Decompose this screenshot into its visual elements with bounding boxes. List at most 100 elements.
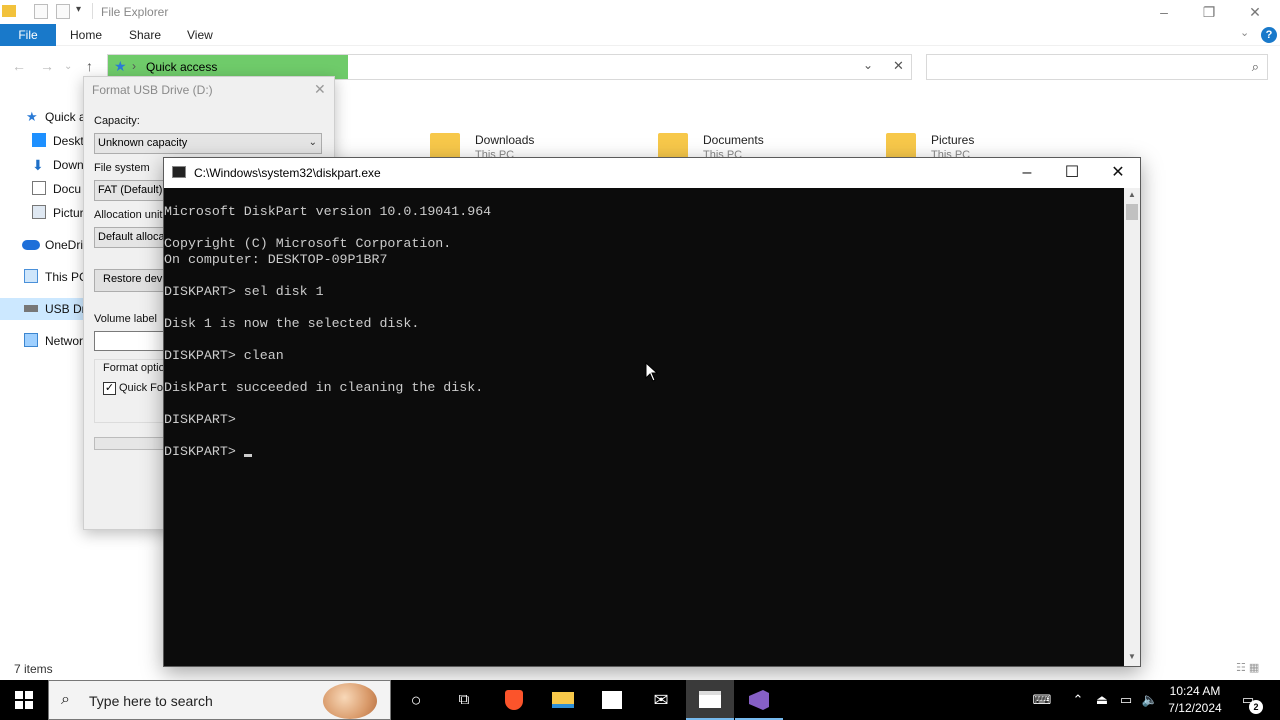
console-line: DiskPart succeeded in cleaning the disk. <box>164 380 484 395</box>
console-title: C:\Windows\system32\diskpart.exe <box>194 166 381 180</box>
divider <box>92 3 93 19</box>
sidebar-item-network[interactable]: Networ <box>0 330 90 352</box>
download-icon: ⬇ <box>32 157 44 173</box>
capacity-select[interactable]: Unknown capacity ⌄ <box>94 133 322 154</box>
chevron-down-icon[interactable]: ⌄ <box>863 58 873 72</box>
console-app-icon <box>172 166 186 178</box>
console-line: Microsoft DiskPart version 10.0.19041.96… <box>164 204 492 219</box>
quick-format-checkbox[interactable]: ✓ <box>103 382 116 395</box>
chevron-down-icon: ⌄ <box>308 137 317 148</box>
cortana-icon[interactable]: ○ <box>392 680 440 720</box>
microsoft-store-icon[interactable] <box>588 680 636 720</box>
windows-logo-icon <box>15 691 33 709</box>
scrollbar[interactable]: ▲ ▼ <box>1124 188 1140 666</box>
minimize-button[interactable]: – <box>1141 2 1187 22</box>
maximize-button[interactable]: ☐ <box>1049 158 1095 188</box>
search-input[interactable]: ⌕ <box>926 54 1268 80</box>
properties-icon[interactable] <box>34 4 48 19</box>
terminal-icon[interactable] <box>686 680 734 720</box>
console-line: DISKPART> sel disk 1 <box>164 284 324 299</box>
computer-icon <box>24 269 38 283</box>
sidebar-item-desktop[interactable]: Deskt <box>0 130 90 152</box>
sidebar-item-usb-drive[interactable]: USB Dri <box>0 298 90 320</box>
close-icon[interactable]: ✕ <box>314 81 326 98</box>
breadcrumb[interactable]: Quick access <box>146 60 217 74</box>
console-line: Copyright (C) Microsoft Corporation. <box>164 236 452 251</box>
file-explorer-icon[interactable] <box>539 680 587 720</box>
taskbar-search-box[interactable]: ⌕ Type here to search <box>48 680 391 720</box>
back-arrow-icon[interactable]: ← <box>12 58 26 74</box>
tab-home[interactable]: Home <box>70 28 102 42</box>
diskpart-console-window: C:\Windows\system32\diskpart.exe – ☐ ✕ M… <box>163 157 1141 667</box>
console-line: Disk 1 is now the selected disk. <box>164 316 420 331</box>
scroll-up-arrow-icon[interactable]: ▲ <box>1124 190 1140 202</box>
network-icon[interactable]: ▭ <box>1116 680 1136 720</box>
sidebar-item-pictures[interactable]: Pictur <box>0 202 90 224</box>
console-output[interactable]: Microsoft DiskPart version 10.0.19041.96… <box>164 188 1124 666</box>
new-folder-icon[interactable] <box>56 4 70 19</box>
console-line: DISKPART> <box>164 412 236 427</box>
console-prompt-line: DISKPART> <box>164 444 1124 460</box>
close-button[interactable]: ✕ <box>1095 158 1141 188</box>
scroll-down-arrow-icon[interactable]: ▼ <box>1124 652 1140 664</box>
search-highlight-image <box>323 683 377 719</box>
status-item-count: 7 items <box>14 662 53 676</box>
start-button[interactable] <box>0 680 48 720</box>
capacity-label: Capacity: <box>94 115 140 127</box>
usb-drive-icon <box>24 305 38 312</box>
console-line: On computer: DESKTOP-09P1BR7 <box>164 252 388 267</box>
allocation-unit-value: Default alloca <box>98 231 165 243</box>
console-prompt: DISKPART> <box>164 444 244 459</box>
filesystem-value: FAT (Default) <box>98 184 163 196</box>
tab-share[interactable]: Share <box>129 28 161 42</box>
task-view-icon[interactable]: ⧉ <box>440 680 488 720</box>
clock-date[interactable]: 7/12/2024 <box>1160 701 1230 715</box>
volume-muted-icon[interactable]: 🔈 <box>1140 680 1160 720</box>
folder-icon <box>430 133 460 159</box>
sidebar-item-this-pc[interactable]: This PC <box>0 266 90 288</box>
format-options-label: Format optio <box>103 362 165 374</box>
sidebar-item-quick-access[interactable]: ★ Quick a <box>0 106 90 128</box>
desktop-icon <box>32 133 46 147</box>
sidebar-item-documents[interactable]: Docu <box>0 178 90 200</box>
onedrive-icon <box>22 240 40 250</box>
chevron-down-icon[interactable]: ⌄ <box>1240 26 1249 39</box>
keyboard-language-icon[interactable]: ⌨ <box>1028 680 1056 720</box>
vs-logo <box>749 690 769 710</box>
sidebar-item-onedrive[interactable]: OneDri <box>0 234 90 256</box>
store-bag <box>602 691 622 709</box>
scroll-thumb[interactable] <box>1126 204 1138 220</box>
customize-quick-access-icon[interactable]: ▾ <box>76 4 81 15</box>
usb-eject-icon[interactable]: ⏏ <box>1092 680 1112 720</box>
clock-time[interactable]: 10:24 AM <box>1160 684 1230 698</box>
recent-locations-icon[interactable]: ⌄ <box>64 61 72 72</box>
forward-arrow-icon[interactable]: → <box>40 58 54 74</box>
close-button[interactable]: ✕ <box>1232 2 1278 22</box>
search-icon: ⌕ <box>1251 59 1259 74</box>
search-placeholder: Type here to search <box>89 693 213 709</box>
brave-browser-icon[interactable] <box>490 680 538 720</box>
help-button[interactable]: ? <box>1261 27 1277 43</box>
picture-icon <box>32 205 46 219</box>
tab-file[interactable]: File <box>0 24 56 46</box>
console-glyph <box>699 691 721 708</box>
up-arrow-icon[interactable]: ↑ <box>86 58 93 74</box>
breadcrumb-separator-icon: › <box>132 59 136 73</box>
show-hidden-icons-chevron-up-icon[interactable]: ⌃ <box>1068 680 1088 720</box>
maximize-button[interactable]: ❐ <box>1186 2 1232 22</box>
dialog-title: Format USB Drive (D:) <box>92 83 213 97</box>
visual-studio-icon[interactable] <box>735 680 783 720</box>
details-view-icon[interactable]: ☷ ▦ <box>1236 661 1259 674</box>
explorer-titlebar: ▾ File Explorer – ❐ ✕ <box>0 0 1280 24</box>
minimize-button[interactable]: – <box>1004 158 1050 188</box>
mail-icon[interactable]: ✉ <box>637 680 685 720</box>
sidebar-item-downloads[interactable]: ⬇ Down <box>0 154 90 176</box>
tab-view[interactable]: View <box>187 28 213 42</box>
close-icon[interactable]: ✕ <box>893 58 904 74</box>
text-cursor <box>243 454 252 457</box>
